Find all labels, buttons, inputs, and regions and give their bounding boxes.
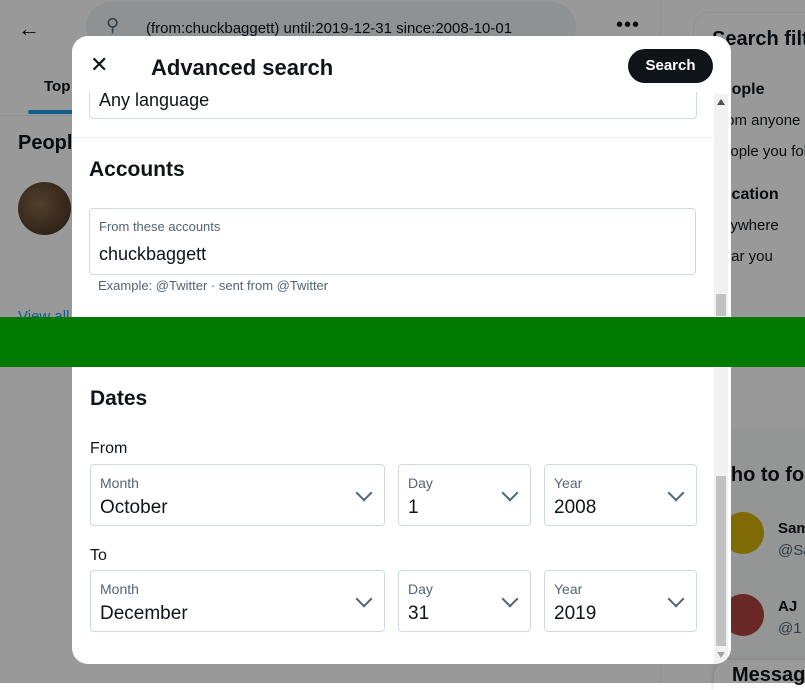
month-label: Month xyxy=(100,475,139,491)
month-label: Month xyxy=(100,581,139,597)
from-accounts-field[interactable]: From these accounts chuckbaggett xyxy=(89,208,696,275)
day-value: 1 xyxy=(408,497,419,518)
redaction-bar xyxy=(0,317,805,367)
from-accounts-label: From these accounts xyxy=(99,219,221,234)
chevron-down-icon xyxy=(501,590,519,608)
year-label: Year xyxy=(554,475,583,491)
chevron-down-icon xyxy=(355,484,373,502)
year-label: Year xyxy=(554,581,583,597)
chevron-down-icon xyxy=(355,590,373,608)
close-icon[interactable]: ✕ xyxy=(90,54,108,76)
dialog-title: Advanced search xyxy=(151,55,334,80)
day-label: Day xyxy=(408,581,433,597)
dates-heading: Dates xyxy=(90,387,148,410)
from-accounts-input[interactable]: chuckbaggett xyxy=(99,244,206,265)
scrollbar-thumb[interactable] xyxy=(716,476,726,646)
to-date-label: To xyxy=(90,547,107,564)
to-day-select[interactable]: Day 31 xyxy=(398,570,531,632)
language-select[interactable]: Any language xyxy=(89,90,697,119)
month-value: October xyxy=(100,497,168,518)
to-year-select[interactable]: Year 2019 xyxy=(544,570,697,632)
chevron-down-icon xyxy=(667,590,685,608)
chevron-down-icon xyxy=(501,484,519,502)
year-value: 2019 xyxy=(554,603,597,624)
language-value: Any language xyxy=(99,90,210,110)
search-button[interactable]: Search xyxy=(628,49,713,83)
from-date-label: From xyxy=(90,440,128,457)
scroll-down-arrow-icon[interactable] xyxy=(717,652,725,658)
from-day-select[interactable]: Day 1 xyxy=(398,464,531,526)
chevron-down-icon xyxy=(667,484,685,502)
from-year-select[interactable]: Year 2008 xyxy=(544,464,697,526)
scroll-up-arrow-icon[interactable] xyxy=(717,99,725,105)
accounts-example-hint: Example: @Twitter · sent from @Twitter xyxy=(98,278,329,293)
day-value: 31 xyxy=(408,603,430,624)
scrollbar-thumb[interactable] xyxy=(716,294,726,316)
to-month-select[interactable]: Month December xyxy=(90,570,385,632)
accounts-heading: Accounts xyxy=(89,158,185,181)
day-label: Day xyxy=(408,475,433,491)
from-month-select[interactable]: Month October xyxy=(90,464,385,526)
section-divider xyxy=(72,137,717,138)
year-value: 2008 xyxy=(554,497,597,518)
month-value: December xyxy=(100,603,188,624)
